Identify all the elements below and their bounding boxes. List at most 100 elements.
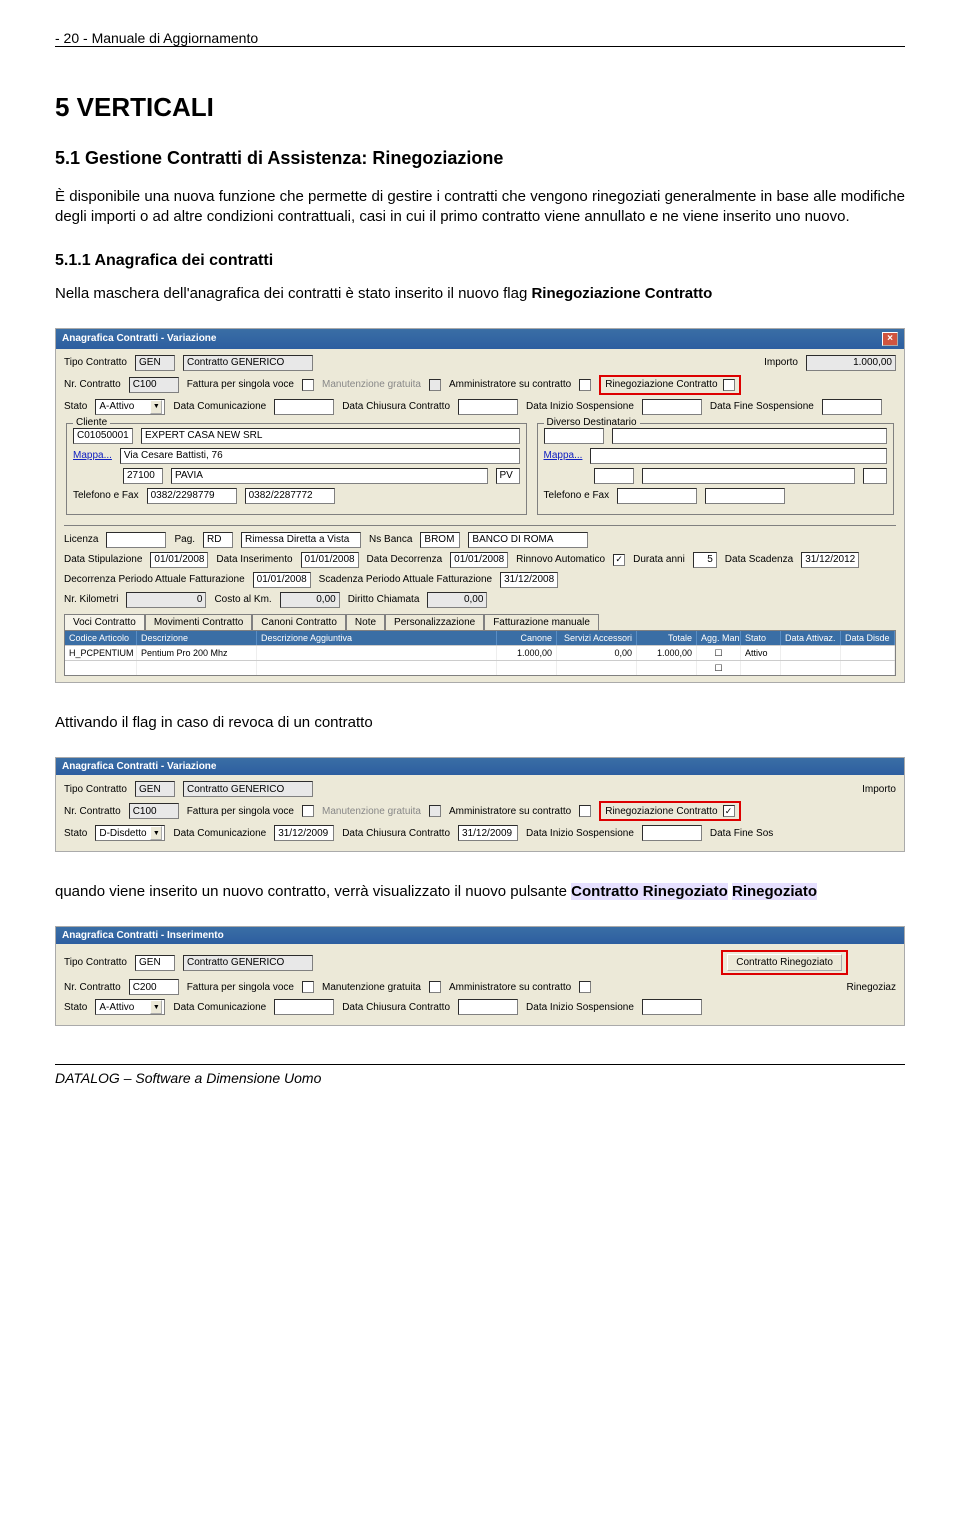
field-dest-cod[interactable] (544, 428, 604, 444)
grid-row[interactable]: H_PCPENTIUM Pentium Pro 200 Mhz 1.000,00… (65, 645, 895, 660)
tab-movimenti[interactable]: Movimenti Contratto (145, 614, 252, 630)
cell-canone: 1.000,00 (497, 646, 557, 660)
label-rinegoziazione: Rinegoziazione Contratto (605, 379, 717, 390)
field-cap[interactable]: 27100 (123, 468, 163, 484)
field-dest-prov[interactable] (863, 468, 887, 484)
field-fax[interactable]: 0382/2287772 (245, 488, 335, 504)
field-licenza[interactable] (106, 532, 166, 548)
field-dest-tel[interactable] (617, 488, 697, 504)
field-data-dec[interactable]: 01/01/2008 (450, 552, 508, 568)
highlight-rinegoziazione-2: Rinegoziazione Contratto (599, 801, 740, 821)
datagrid[interactable]: Codice Articolo Descrizione Descrizione … (64, 630, 896, 676)
button-contratto-rinegoziato[interactable]: Contratto Rinegoziato (727, 954, 842, 971)
field-data-scad[interactable]: 31/12/2012 (801, 552, 859, 568)
combo-stato-3[interactable]: A-Attivo (95, 999, 165, 1015)
field-cliente-nome[interactable]: EXPERT CASA NEW SRL (141, 428, 520, 444)
field-nr-contratto[interactable]: C100 (129, 377, 179, 393)
close-icon[interactable]: × (882, 332, 898, 346)
link-mappa-cliente[interactable]: Mappa... (73, 450, 112, 461)
col-codice[interactable]: Codice Articolo (65, 631, 137, 645)
tab-note[interactable]: Note (346, 614, 385, 630)
field-durata[interactable]: 5 (693, 552, 717, 568)
checkbox-rinegoziazione[interactable] (723, 379, 735, 391)
field-tel[interactable]: 0382/2298779 (147, 488, 237, 504)
highlight-contratto-rineg: Contratto Rinegoziato (571, 883, 728, 900)
field-scad-periodo[interactable]: 31/12/2008 (500, 572, 558, 588)
field-data-fine-sosp[interactable] (822, 399, 882, 415)
field-dest-cap[interactable] (594, 468, 634, 484)
checkbox-amm-2[interactable] (579, 805, 591, 817)
field-datachiusura-2[interactable]: 31/12/2009 (458, 825, 518, 841)
field-indirizzo[interactable]: Via Cesare Battisti, 76 (120, 448, 520, 464)
tab-voci-contratto[interactable]: Voci Contratto (64, 614, 145, 630)
field-data-inizio-sosp[interactable] (642, 399, 702, 415)
field-dest-indirizzo[interactable] (590, 448, 887, 464)
col-canone[interactable]: Canone (497, 631, 557, 645)
field-tipo-3[interactable]: GEN (135, 955, 175, 971)
tab-personalizzazione[interactable]: Personalizzazione (385, 614, 484, 630)
field-data-com[interactable] (274, 399, 334, 415)
checkbox-rinnovo[interactable] (613, 554, 625, 566)
checkbox-fattura-3[interactable] (302, 981, 314, 993)
field-datacom-3[interactable] (274, 999, 334, 1015)
field-cliente-cod[interactable]: C01050001 (73, 428, 133, 444)
grid-row-empty[interactable]: ☐ (65, 660, 895, 675)
link-mappa-dest[interactable]: Mappa... (544, 450, 583, 461)
checkbox-amm-3[interactable] (579, 981, 591, 993)
field-nsbanca[interactable]: BROM (420, 532, 460, 548)
label-manutenzione-2: Manutenzione gratuita (322, 806, 421, 817)
label-data-chiusura: Data Chiusura Contratto (342, 401, 450, 412)
col-totale[interactable]: Totale (637, 631, 697, 645)
col-desc[interactable]: Descrizione (137, 631, 257, 645)
field-citta[interactable]: PAVIA (171, 468, 488, 484)
col-servizi[interactable]: Servizi Accessori (557, 631, 637, 645)
tabs: Voci Contratto Movimenti Contratto Canon… (64, 614, 896, 631)
field-dest-nome[interactable] (612, 428, 887, 444)
label-data-dec: Data Decorrenza (367, 554, 443, 565)
checkbox-fattura-2[interactable] (302, 805, 314, 817)
field-inizio-sosp-3[interactable] (642, 999, 702, 1015)
field-datacom-2[interactable]: 31/12/2009 (274, 825, 334, 841)
field-tipo-contratto[interactable]: GEN (135, 355, 175, 371)
tab-canoni[interactable]: Canoni Contratto (252, 614, 346, 630)
field-data-chiusura[interactable] (458, 399, 518, 415)
field-dest-fax[interactable] (705, 488, 785, 504)
tab-fatturazione[interactable]: Fatturazione manuale (484, 614, 599, 630)
col-agg-man[interactable]: Agg. Man. (697, 631, 741, 645)
checkbox-rineg-2[interactable] (723, 805, 735, 817)
field-dest-citta[interactable] (642, 468, 855, 484)
field-pag[interactable]: RD (203, 532, 233, 548)
section-5-1-1-heading: 5.1.1 Anagrafica dei contratti (55, 252, 905, 270)
field-nr-3[interactable]: C200 (129, 979, 179, 995)
field-dec-periodo[interactable]: 01/01/2008 (253, 572, 311, 588)
col-desc-agg[interactable]: Descrizione Aggiuntiva (257, 631, 497, 645)
checkbox-amministratore[interactable] (579, 379, 591, 391)
field-prov[interactable]: PV (496, 468, 520, 484)
label-stato-3: Stato (64, 1002, 87, 1013)
label-tipo-3: Tipo Contratto (64, 957, 127, 968)
label-importo: Importo (764, 357, 798, 368)
label-dec-periodo: Decorrenza Periodo Attuale Fatturazione (64, 574, 245, 585)
fieldset-cliente: Cliente C01050001 EXPERT CASA NEW SRL Ma… (66, 423, 527, 515)
checkbox-manu-3[interactable] (429, 981, 441, 993)
checkbox-manutenzione (429, 379, 441, 391)
label-amm-3: Amministratore su contratto (449, 982, 571, 993)
field-nr-contratto-2[interactable]: C100 (129, 803, 179, 819)
label-data-com: Data Comunicazione (173, 401, 266, 412)
section-5-heading: 5 VERTICALI (55, 92, 905, 123)
col-stato[interactable]: Stato (741, 631, 781, 645)
field-inizio-sosp-2[interactable] (642, 825, 702, 841)
field-datachiusura-3[interactable] (458, 999, 518, 1015)
combo-stato-2[interactable]: D-Disdetto (95, 825, 165, 841)
field-data-stip[interactable]: 01/01/2008 (150, 552, 208, 568)
field-tipo-contratto-2[interactable]: GEN (135, 781, 175, 797)
combo-stato[interactable]: A-Attivo (95, 399, 165, 415)
cell-data-dis (841, 646, 895, 660)
label-amministratore: Amministratore su contratto (449, 379, 571, 390)
label-datachiusura-2: Data Chiusura Contratto (342, 828, 450, 839)
col-data-att[interactable]: Data Attivaz. (781, 631, 841, 645)
label-manutenzione: Manutenzione gratuita (322, 379, 421, 390)
col-data-dis[interactable]: Data Disde (841, 631, 895, 645)
checkbox-fattura-singola[interactable] (302, 379, 314, 391)
field-data-ins[interactable]: 01/01/2008 (301, 552, 359, 568)
